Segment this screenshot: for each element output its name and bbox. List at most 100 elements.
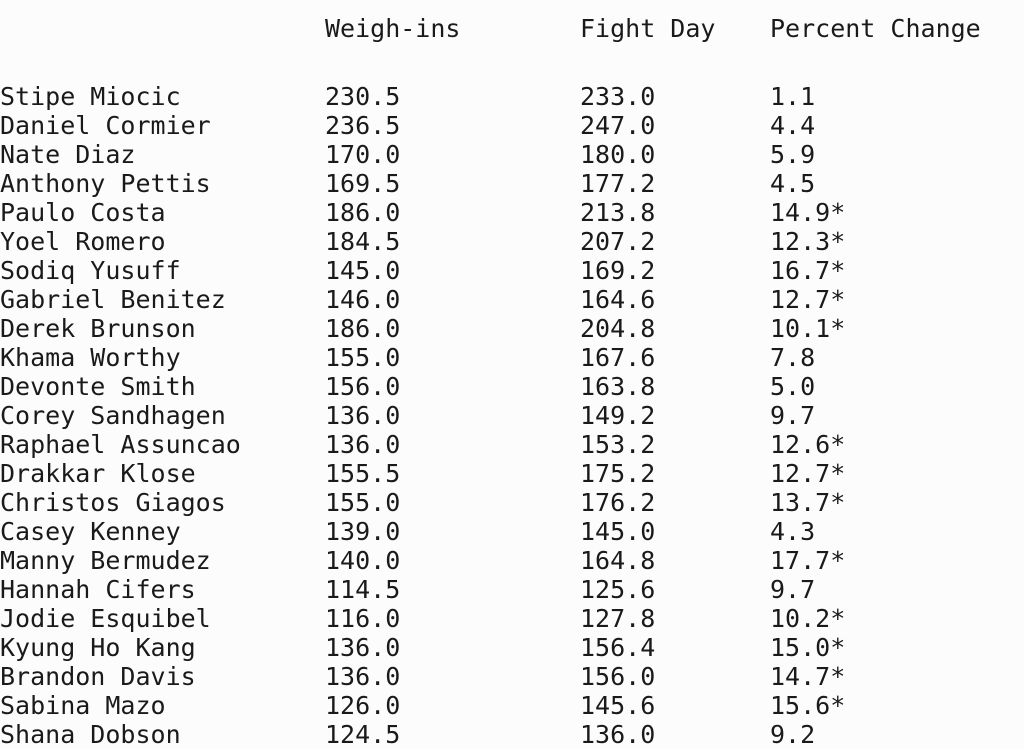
cell-fighter-name: Paulo Costa xyxy=(0,198,166,227)
table-row: Brandon Davis 136.0 156.0 14.7* xyxy=(0,662,1024,691)
cell-fight-day: 204.8 xyxy=(580,314,656,343)
table-row: Christos Giagos 155.0 176.2 13.7* xyxy=(0,488,1024,517)
cell-weigh-ins: 136.0 xyxy=(325,662,401,691)
cell-fighter-name: Daniel Cormier xyxy=(0,111,211,140)
cell-fight-day: 247.0 xyxy=(580,111,656,140)
cell-weigh-ins: 140.0 xyxy=(325,546,401,575)
cell-weigh-ins: 184.5 xyxy=(325,227,401,256)
cell-fight-day: 145.0 xyxy=(580,517,656,546)
cell-percent-change: 9.7 xyxy=(770,401,816,430)
table-row: Daniel Cormier 236.5 247.0 4.4 xyxy=(0,111,1024,140)
column-header-weigh-ins: Weigh-ins xyxy=(325,14,461,43)
cell-fighter-name: Kyung Ho Kang xyxy=(0,633,196,662)
cell-fight-day: 233.0 xyxy=(580,82,656,111)
cell-fight-day: 156.4 xyxy=(580,633,656,662)
cell-percent-change: 15.0* xyxy=(770,633,846,662)
cell-fight-day: 153.2 xyxy=(580,430,656,459)
cell-percent-change: 10.1* xyxy=(770,314,846,343)
cell-fighter-name: Jodie Esquibel xyxy=(0,604,211,633)
cell-fight-day: 169.2 xyxy=(580,256,656,285)
cell-percent-change: 12.6* xyxy=(770,430,846,459)
cell-percent-change: 16.7* xyxy=(770,256,846,285)
cell-weigh-ins: 169.5 xyxy=(325,169,401,198)
table-row: Casey Kenney 139.0 145.0 4.3 xyxy=(0,517,1024,546)
cell-fighter-name: Brandon Davis xyxy=(0,662,196,691)
cell-weigh-ins: 230.5 xyxy=(325,82,401,111)
table-row: Gabriel Benitez 146.0 164.6 12.7* xyxy=(0,285,1024,314)
cell-fight-day: 175.2 xyxy=(580,459,656,488)
cell-fight-day: 136.0 xyxy=(580,720,656,749)
cell-fighter-name: Manny Bermudez xyxy=(0,546,211,575)
cell-weigh-ins: 155.0 xyxy=(325,488,401,517)
header-spacer-cell xyxy=(0,58,325,82)
cell-weigh-ins: 136.0 xyxy=(325,633,401,662)
table-row: Jodie Esquibel 116.0 127.8 10.2* xyxy=(0,604,1024,633)
cell-percent-change: 14.7* xyxy=(770,662,846,691)
table-row: Devonte Smith 156.0 163.8 5.0 xyxy=(0,372,1024,401)
table-row: Nate Diaz 170.0 180.0 5.9 xyxy=(0,140,1024,169)
cell-percent-change: 12.7* xyxy=(770,459,846,488)
cell-weigh-ins: 126.0 xyxy=(325,691,401,720)
cell-weigh-ins: 124.5 xyxy=(325,720,401,749)
header-spacer-cell xyxy=(770,58,1024,82)
cell-percent-change: 9.7 xyxy=(770,575,816,604)
table-row: Khama Worthy 155.0 167.6 7.8 xyxy=(0,343,1024,372)
table-row: Corey Sandhagen 136.0 149.2 9.7 xyxy=(0,401,1024,430)
cell-fighter-name: Stipe Miocic xyxy=(0,82,181,111)
column-header-percent-change: Percent Change xyxy=(770,14,981,43)
cell-percent-change: 17.7* xyxy=(770,546,846,575)
cell-fight-day: 163.8 xyxy=(580,372,656,401)
header-spacer-cell xyxy=(325,58,580,82)
table-header: Weigh-ins Fight Day Percent Change xyxy=(0,0,1024,82)
cell-percent-change: 13.7* xyxy=(770,488,846,517)
cell-fighter-name: Nate Diaz xyxy=(0,140,136,169)
table-container: Weigh-ins Fight Day Percent Change Stipe… xyxy=(0,0,1024,749)
cell-percent-change: 12.3* xyxy=(770,227,846,256)
header-spacer-cell xyxy=(580,58,770,82)
cell-fighter-name: Gabriel Benitez xyxy=(0,285,226,314)
cell-fighter-name: Anthony Pettis xyxy=(0,169,211,198)
cell-fighter-name: Raphael Assuncao xyxy=(0,430,241,459)
cell-fight-day: 213.8 xyxy=(580,198,656,227)
cell-fight-day: 164.6 xyxy=(580,285,656,314)
table-row: Sodiq Yusuff 145.0 169.2 16.7* xyxy=(0,256,1024,285)
cell-fighter-name: Yoel Romero xyxy=(0,227,166,256)
cell-fight-day: 156.0 xyxy=(580,662,656,691)
cell-percent-change: 9.2 xyxy=(770,720,816,749)
cell-weigh-ins: 139.0 xyxy=(325,517,401,546)
cell-fight-day: 180.0 xyxy=(580,140,656,169)
table-row: Drakkar Klose 155.5 175.2 12.7* xyxy=(0,459,1024,488)
cell-percent-change: 4.3 xyxy=(770,517,816,546)
cell-fighter-name: Devonte Smith xyxy=(0,372,196,401)
header-row: Weigh-ins Fight Day Percent Change xyxy=(0,0,1024,58)
cell-fighter-name: Casey Kenney xyxy=(0,517,181,546)
cell-percent-change: 15.6* xyxy=(770,691,846,720)
cell-weigh-ins: 186.0 xyxy=(325,314,401,343)
table-row: Hannah Cifers 114.5 125.6 9.7 xyxy=(0,575,1024,604)
table-row: Raphael Assuncao 136.0 153.2 12.6* xyxy=(0,430,1024,459)
cell-percent-change: 1.1 xyxy=(770,82,816,111)
cell-weigh-ins: 116.0 xyxy=(325,604,401,633)
cell-fighter-name: Sabina Mazo xyxy=(0,691,166,720)
cell-fight-day: 177.2 xyxy=(580,169,656,198)
table-row: Kyung Ho Kang 136.0 156.4 15.0* xyxy=(0,633,1024,662)
cell-fighter-name: Derek Brunson xyxy=(0,314,196,343)
cell-fight-day: 145.6 xyxy=(580,691,656,720)
cell-percent-change: 14.9* xyxy=(770,198,846,227)
cell-percent-change: 10.2* xyxy=(770,604,846,633)
cell-percent-change: 4.4 xyxy=(770,111,816,140)
column-header-fight-day: Fight Day xyxy=(580,14,716,43)
cell-weigh-ins: 145.0 xyxy=(325,256,401,285)
cell-fighter-name: Drakkar Klose xyxy=(0,459,196,488)
cell-fighter-name: Hannah Cifers xyxy=(0,575,196,604)
cell-percent-change: 5.9 xyxy=(770,140,816,169)
cell-fight-day: 127.8 xyxy=(580,604,656,633)
fighter-weight-table: Weigh-ins Fight Day Percent Change Stipe… xyxy=(0,0,1024,749)
column-header-name xyxy=(0,0,325,58)
cell-percent-change: 12.7* xyxy=(770,285,846,314)
cell-fighter-name: Khama Worthy xyxy=(0,343,181,372)
table-row: Anthony Pettis 169.5 177.2 4.5 xyxy=(0,169,1024,198)
cell-weigh-ins: 146.0 xyxy=(325,285,401,314)
cell-fighter-name: Sodiq Yusuff xyxy=(0,256,181,285)
cell-weigh-ins: 236.5 xyxy=(325,111,401,140)
